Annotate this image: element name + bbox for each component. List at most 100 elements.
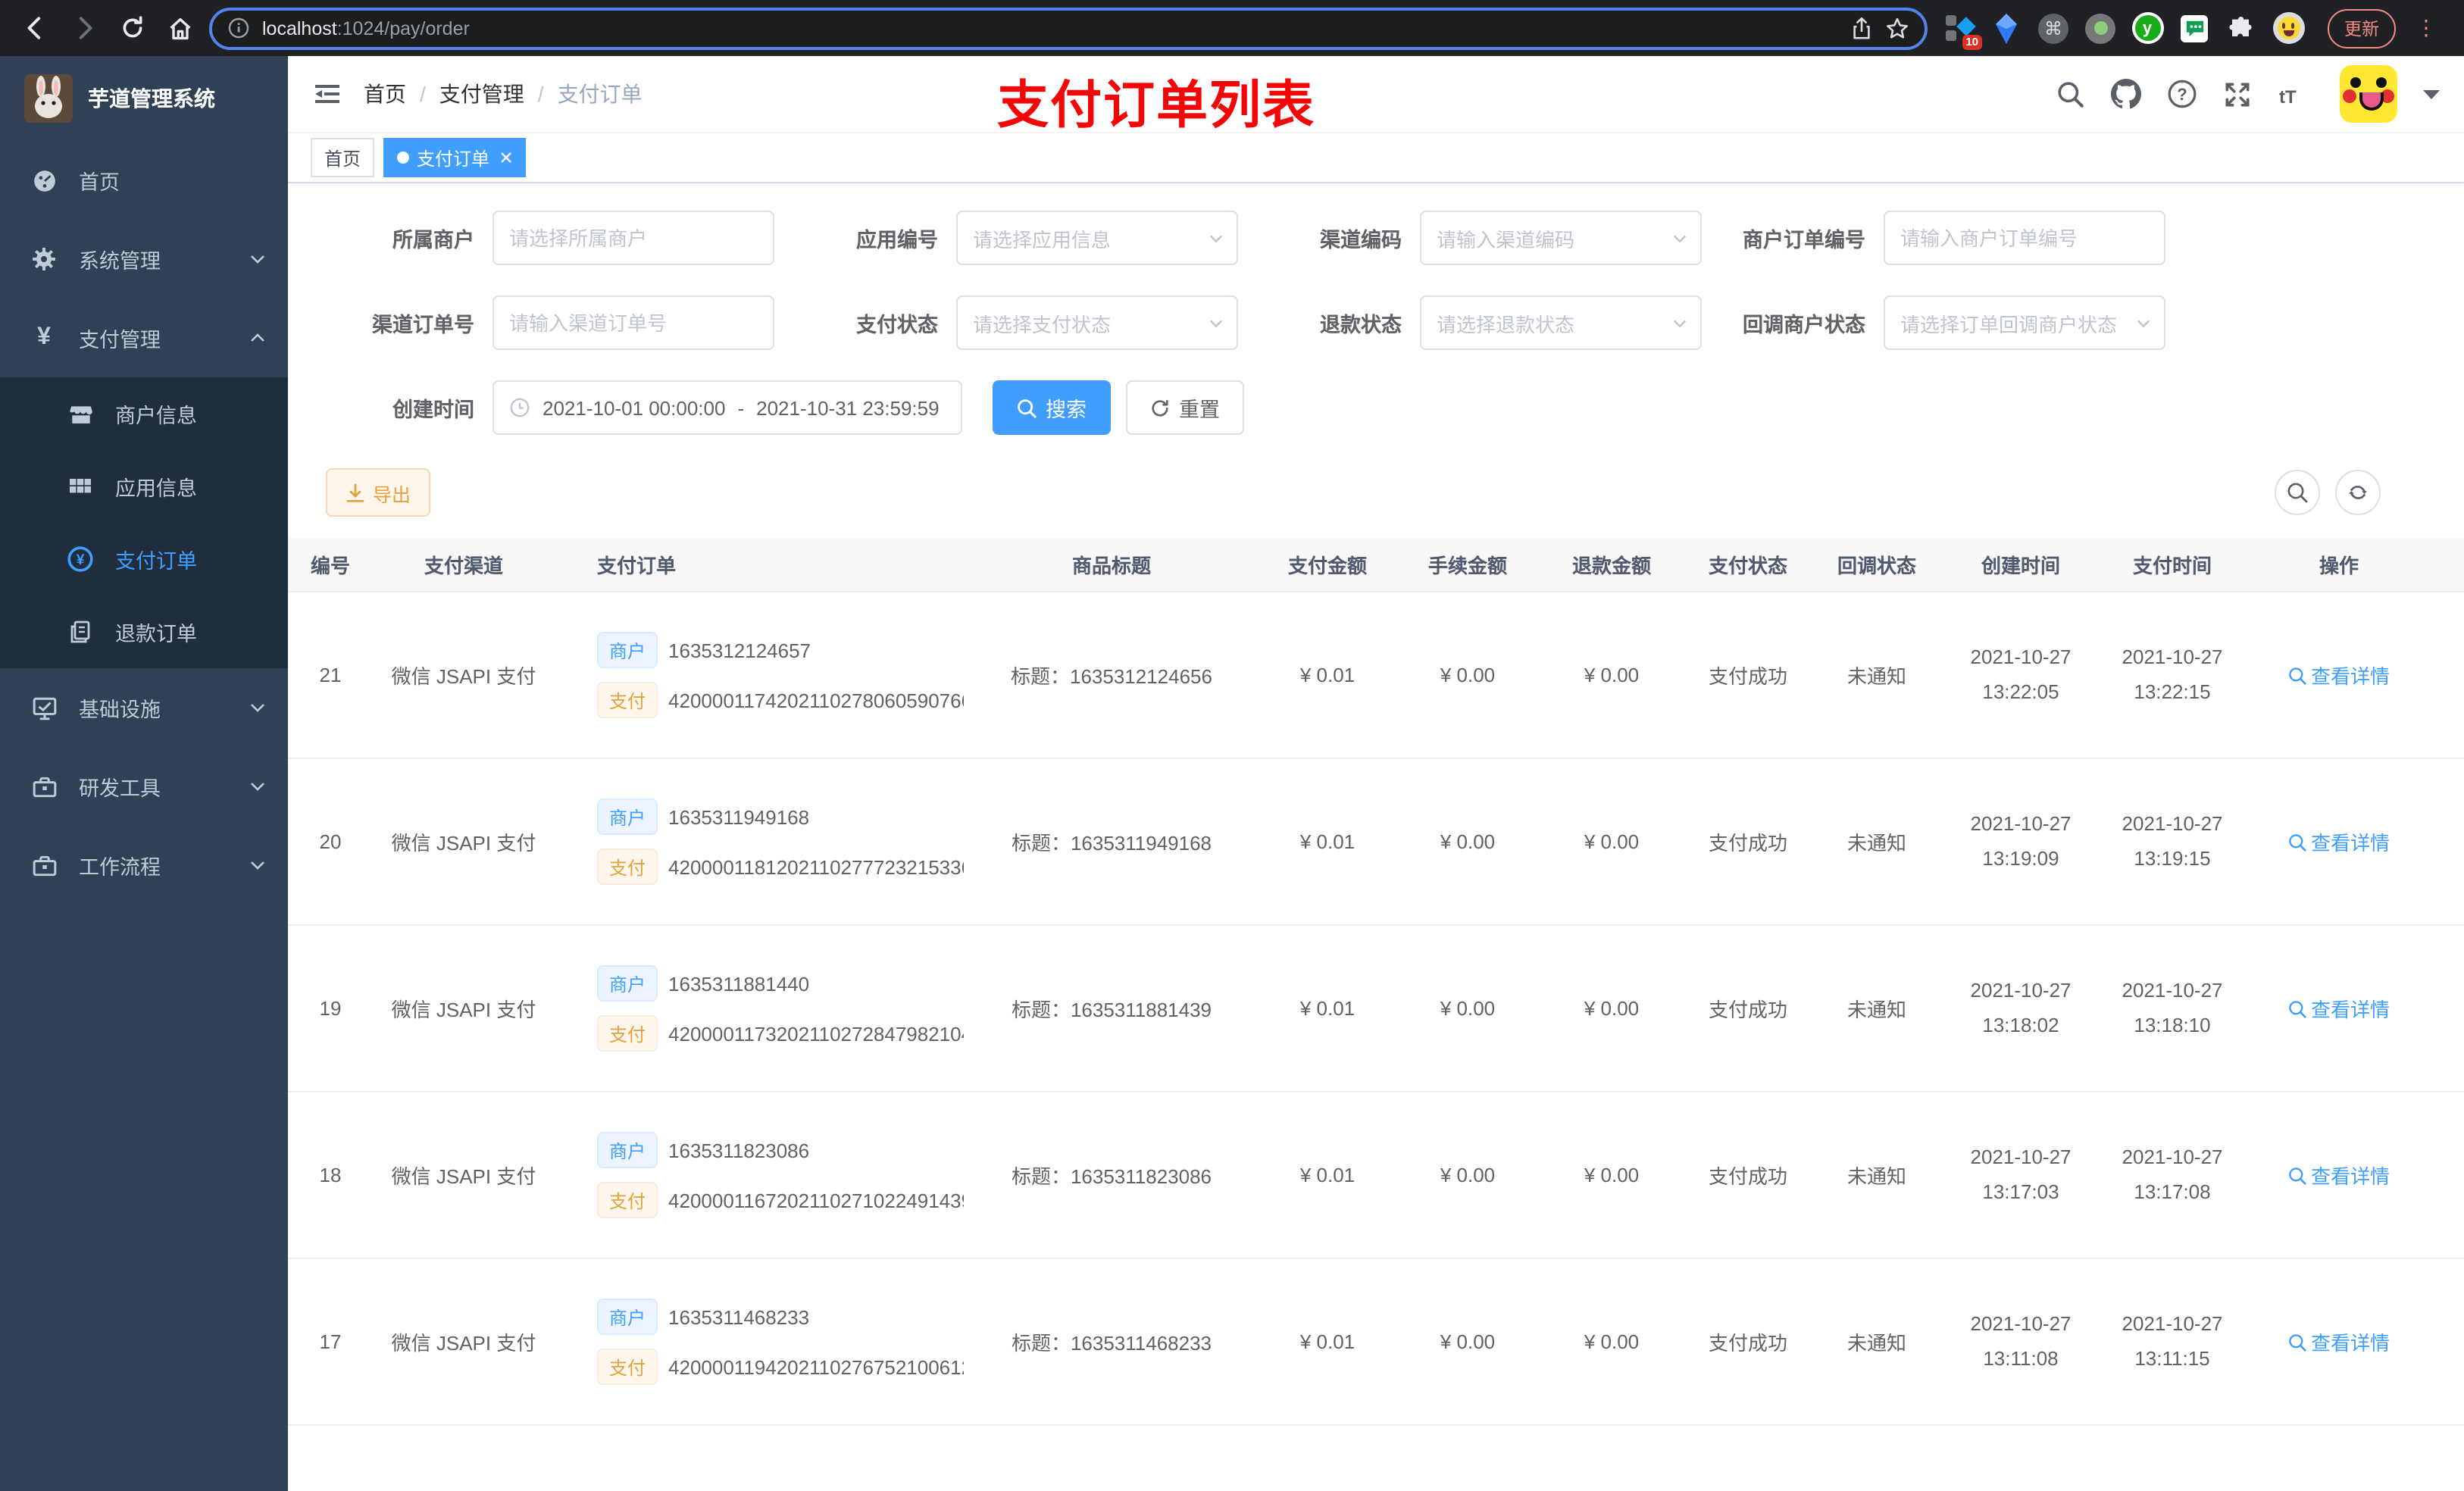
- document-copy-icon: [67, 620, 94, 644]
- close-icon[interactable]: [500, 152, 512, 164]
- gear-icon: [30, 247, 58, 271]
- reload-button[interactable]: [112, 8, 152, 48]
- refund-status-select[interactable]: 请选择退款状态: [1420, 295, 1702, 350]
- app-no-select[interactable]: 请选择应用信息: [956, 211, 1238, 265]
- view-detail-link[interactable]: 查看详情: [2288, 827, 2390, 856]
- back-button[interactable]: [15, 8, 55, 48]
- forward-button[interactable]: [64, 8, 103, 48]
- svg-text:¥: ¥: [77, 552, 85, 568]
- pay-tag: 支付: [597, 1182, 658, 1218]
- cell-notify-status: 未通知: [1846, 832, 1906, 855]
- url-text: localhost:1024/pay/order: [262, 17, 470, 39]
- sidebar-item-pay-order[interactable]: ¥ 支付订单: [0, 523, 288, 595]
- cell-pay-status: 支付成功: [1708, 665, 1787, 688]
- orders-table: 编号 支付渠道 支付订单 商品标题 支付金额 手续金额 退款金额 支付状态 回调…: [288, 538, 2464, 1491]
- view-detail-link[interactable]: 查看详情: [2288, 1327, 2390, 1356]
- search-button[interactable]: 搜索: [993, 380, 1111, 435]
- cell-pay-status: 支付成功: [1708, 1332, 1787, 1355]
- shop-icon: [67, 401, 94, 427]
- filter-form: 所属商户 应用编号 请选择应用信息 渠道编码: [288, 183, 2464, 435]
- sidebar-item-workflow[interactable]: 工作流程: [0, 826, 288, 905]
- browser-menu-icon[interactable]: ⋮: [2409, 15, 2443, 41]
- extension-chat-icon[interactable]: [2178, 11, 2211, 45]
- extension-y-icon[interactable]: y: [2131, 11, 2164, 45]
- sidebar-collapse-icon[interactable]: [312, 79, 342, 109]
- cell-refund: ¥ 0.00: [1584, 997, 1640, 1020]
- extension-command-icon[interactable]: ⌘: [2037, 11, 2070, 45]
- cell-actions: 查看详情: [2244, 1161, 2464, 1189]
- font-size-icon[interactable]: tT: [2278, 79, 2314, 109]
- notify-status-select[interactable]: 请选择订单回调商户状态: [1884, 295, 2165, 350]
- tab-home[interactable]: 首页: [311, 138, 375, 177]
- sidebar-item-pay[interactable]: ¥ 支付管理: [0, 299, 288, 377]
- cell-fee: ¥ 0.00: [1440, 830, 1496, 853]
- sidebar-item-app-info[interactable]: 应用信息: [0, 450, 288, 523]
- cell-amount: ¥ 0.01: [1299, 997, 1356, 1020]
- merchant-input[interactable]: [509, 227, 758, 249]
- view-detail-link[interactable]: 查看详情: [2288, 994, 2390, 1023]
- field-channel-order-no: 渠道订单号: [326, 295, 774, 350]
- sidebar-item-system[interactable]: 系统管理: [0, 220, 288, 299]
- cell-actions: 查看详情: [2244, 827, 2464, 856]
- content-area: 所属商户 应用编号 请选择应用信息 渠道编码: [288, 183, 2464, 1491]
- sidebar-item-home[interactable]: 首页: [0, 141, 288, 220]
- table-row-partial: 商户1635311354796: [288, 1426, 2464, 1491]
- view-detail-link[interactable]: 查看详情: [2288, 1161, 2390, 1189]
- cell-amount: ¥ 0.01: [1299, 830, 1356, 853]
- channel-code-select[interactable]: 请输入渠道编码: [1420, 211, 1702, 265]
- date-range-picker[interactable]: 2021-10-01 00:00:00 - 2021-10-31 23:59:5…: [492, 380, 962, 435]
- refresh-button[interactable]: [2335, 470, 2381, 515]
- cell-refund: ¥ 0.00: [1584, 830, 1640, 853]
- browser-update-button[interactable]: 更新: [2328, 8, 2396, 48]
- breadcrumb: 首页 / 支付管理 / 支付订单: [364, 79, 643, 109]
- field-pay-status: 支付状态 请选择支付状态: [805, 295, 1238, 350]
- chevron-down-icon: [1208, 230, 1224, 246]
- sidebar-item-dev-tools[interactable]: 研发工具: [0, 747, 288, 826]
- cell-actions: 查看详情: [2244, 1327, 2464, 1356]
- extension-record-icon[interactable]: [2084, 11, 2117, 45]
- cell-actions: 查看详情: [2244, 661, 2464, 689]
- view-detail-link[interactable]: 查看详情: [2288, 661, 2390, 689]
- sidebar-item-refund-order[interactable]: 退款订单: [0, 595, 288, 668]
- toggle-search-button[interactable]: [2275, 470, 2320, 515]
- breadcrumb-pay[interactable]: 支付管理: [439, 79, 524, 109]
- fullscreen-icon[interactable]: [2223, 80, 2252, 108]
- github-icon[interactable]: [2111, 79, 2141, 109]
- url-bar[interactable]: localhost:1024/pay/order: [209, 7, 1928, 49]
- cell-title: 标题：1635311468233: [1011, 1332, 1212, 1355]
- reset-button[interactable]: 重置: [1126, 380, 1244, 435]
- channel-order-no-input[interactable]: [509, 311, 758, 334]
- sidebar-item-merchant-info[interactable]: 商户信息: [0, 377, 288, 450]
- app-logo: 芋道管理系统: [0, 56, 288, 141]
- cell-channel: 微信 JSAPI 支付: [391, 999, 536, 1021]
- bookmark-star-icon[interactable]: [1885, 16, 1909, 40]
- date-start: 2021-10-01 00:00:00: [543, 396, 726, 419]
- help-icon[interactable]: ?: [2167, 79, 2197, 109]
- cell-amount: ¥ 0.01: [1299, 1330, 1356, 1353]
- cell-refund: ¥ 0.00: [1584, 664, 1640, 686]
- site-info-icon[interactable]: [227, 17, 250, 39]
- extension-tasks-icon[interactable]: 10: [1943, 11, 1982, 49]
- table-row: 19 微信 JSAPI 支付 商户 1635311881440 支付 4200001…: [288, 926, 2464, 1092]
- profile-avatar-icon[interactable]: [2272, 11, 2305, 45]
- share-icon[interactable]: [1850, 16, 1873, 40]
- pay-status-select[interactable]: 请选择支付状态: [956, 295, 1238, 350]
- breadcrumb-home[interactable]: 首页: [364, 79, 406, 109]
- extensions-puzzle-icon[interactable]: [2225, 11, 2258, 45]
- home-button[interactable]: [161, 8, 200, 48]
- pay-tag: 支付: [597, 1349, 658, 1385]
- extension-gem-icon[interactable]: [1990, 11, 2023, 45]
- cell-id: 19: [319, 997, 342, 1020]
- tab-pay-order[interactable]: 支付订单: [383, 138, 527, 177]
- sidebar-menu: 首页 系统管理 ¥ 支付管理 商户信息 应用信息 ¥ 支付订单 退款订单 基础设…: [0, 141, 288, 905]
- chevron-down-icon: [249, 777, 267, 796]
- search-icon[interactable]: [2056, 80, 2085, 108]
- sidebar-item-infra[interactable]: 基础设施: [0, 668, 288, 747]
- merchant-tag: 商户: [597, 799, 658, 835]
- cell-channel: 微信 JSAPI 支付: [391, 665, 536, 688]
- cell-pay-status: 支付成功: [1708, 999, 1787, 1021]
- user-menu-caret-icon[interactable]: [2423, 88, 2440, 100]
- export-button[interactable]: 导出: [326, 468, 431, 517]
- merchant-order-no-input[interactable]: [1900, 227, 2149, 249]
- user-avatar[interactable]: [2340, 65, 2397, 123]
